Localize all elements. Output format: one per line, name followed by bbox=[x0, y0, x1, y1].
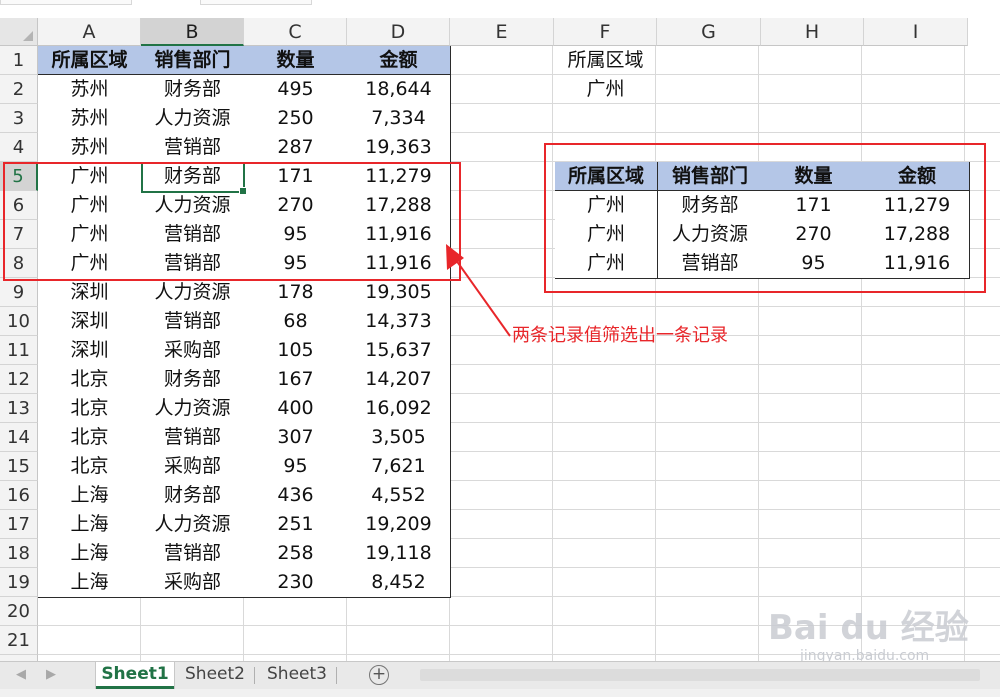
status-bar bbox=[0, 689, 1000, 697]
tab-separator bbox=[336, 667, 337, 684]
scroll-left-icon[interactable]: ◀ bbox=[16, 667, 26, 682]
scroll-right-icon[interactable]: ▶ bbox=[46, 667, 56, 682]
annotation-arrow bbox=[446, 244, 511, 337]
top-toolbar-tab-edge bbox=[0, 0, 132, 5]
sheet-tab-sheet2[interactable]: Sheet2 bbox=[176, 662, 254, 689]
top-toolbar-tab-edge bbox=[200, 0, 312, 5]
sheet-tab-sheet3[interactable]: Sheet3 bbox=[258, 662, 336, 689]
horizontal-scrollbar[interactable] bbox=[420, 669, 980, 681]
sheet-tab-sheet1[interactable]: Sheet1 bbox=[96, 662, 174, 689]
sheet-tab-bar: ◀ ▶ Sheet1 Sheet2 Sheet3 + bbox=[0, 661, 1000, 689]
add-sheet-button[interactable]: + bbox=[369, 665, 389, 685]
baidu-watermark-url: jingyan.baidu.com bbox=[800, 648, 930, 661]
worksheet[interactable]: ABCDEFGHI 1 2 3 4 5 6 7 8 9 10 11 12 13 14 15 16 17 18 19 2… bbox=[0, 18, 1000, 661]
baidu-watermark: Bai du 经验 bbox=[768, 608, 969, 648]
tab-separator bbox=[254, 667, 255, 684]
annotation-text: 两条记录值筛选出一条记录 bbox=[512, 325, 728, 346]
window-top-strip bbox=[0, 0, 1000, 18]
